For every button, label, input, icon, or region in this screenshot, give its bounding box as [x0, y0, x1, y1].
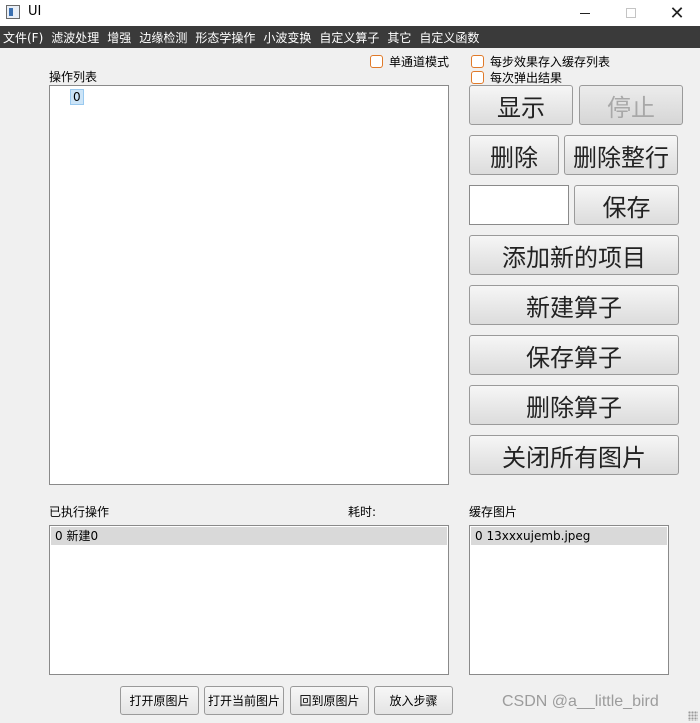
menu-other[interactable]: 其它 [387, 29, 411, 46]
cache-list[interactable]: 0 13xxxujemb.jpeg [469, 525, 669, 675]
cache-each-step-label: 每步效果存入缓存列表 [490, 55, 611, 69]
watermark: CSDN @a__little_bird [502, 693, 659, 710]
checkbox-box[interactable] [471, 71, 484, 84]
popup-each-label: 每次弹出结果 [490, 71, 563, 85]
menu-enhance[interactable]: 增强 [107, 29, 131, 46]
show-button[interactable]: 显示 [469, 85, 573, 125]
save-button[interactable]: 保存 [574, 185, 679, 225]
menu-edge-detect[interactable]: 边缘检测 [139, 29, 187, 46]
list-item[interactable]: 0 新建0 [51, 527, 447, 545]
single-channel-label: 单通道模式 [389, 55, 450, 69]
open-current-button[interactable]: 打开当前图片 [204, 686, 284, 715]
checkbox-box[interactable] [370, 55, 383, 68]
maximize-button[interactable] [608, 0, 654, 26]
stop-button[interactable]: 停止 [579, 85, 683, 125]
add-item-button[interactable]: 添加新的项目 [469, 235, 679, 275]
close-all-images-button[interactable]: 关闭所有图片 [469, 435, 679, 475]
op-list[interactable]: 0 [49, 85, 449, 485]
menu-file[interactable]: 文件(F) [3, 29, 43, 46]
add-step-button[interactable]: 放入步骤 [374, 686, 453, 715]
menu-bar: 文件(F) 滤波处理 增强 边缘检测 形态学操作 小波变换 自定义算子 其它 自… [0, 26, 700, 48]
title-bar: UI ✕ [0, 0, 700, 26]
cache-label: 缓存图片 [469, 505, 518, 519]
minimize-button[interactable] [562, 0, 608, 26]
cache-each-step-checkbox[interactable]: 每步效果存入缓存列表 [471, 53, 610, 70]
time-label: 耗时: [348, 505, 377, 519]
menu-wavelet[interactable]: 小波变换 [263, 29, 311, 46]
checkbox-box[interactable] [471, 55, 484, 68]
menu-custom-function[interactable]: 自定义函数 [419, 29, 479, 46]
delete-operator-button[interactable]: 删除算子 [469, 385, 679, 425]
delete-button[interactable]: 删除 [469, 135, 559, 175]
close-button[interactable]: ✕ [654, 0, 700, 26]
op-list-item[interactable]: 0 [70, 89, 84, 105]
app-icon [6, 5, 20, 19]
executed-label: 已执行操作 [49, 505, 110, 519]
back-original-button[interactable]: 回到原图片 [290, 686, 369, 715]
open-original-button[interactable]: 打开原图片 [120, 686, 199, 715]
new-operator-button[interactable]: 新建算子 [469, 285, 679, 325]
minimize-icon [580, 12, 590, 14]
delete-row-button[interactable]: 删除整行 [564, 135, 678, 175]
executed-list[interactable]: 0 新建0 [49, 525, 449, 675]
save-operator-button[interactable]: 保存算子 [469, 335, 679, 375]
list-item[interactable]: 0 13xxxujemb.jpeg [471, 527, 667, 545]
menu-custom-operator[interactable]: 自定义算子 [319, 29, 379, 46]
op-list-label: 操作列表 [49, 70, 98, 84]
menu-morphology[interactable]: 形态学操作 [195, 29, 255, 46]
popup-each-checkbox[interactable]: 每次弹出结果 [471, 69, 562, 86]
resize-grip-icon[interactable] [688, 711, 698, 721]
save-name-input[interactable] [469, 185, 569, 225]
menu-filter[interactable]: 滤波处理 [51, 29, 99, 46]
single-channel-checkbox[interactable]: 单通道模式 [370, 53, 449, 70]
close-icon: ✕ [669, 2, 685, 24]
maximize-icon [626, 8, 636, 18]
window-title: UI [28, 4, 42, 19]
